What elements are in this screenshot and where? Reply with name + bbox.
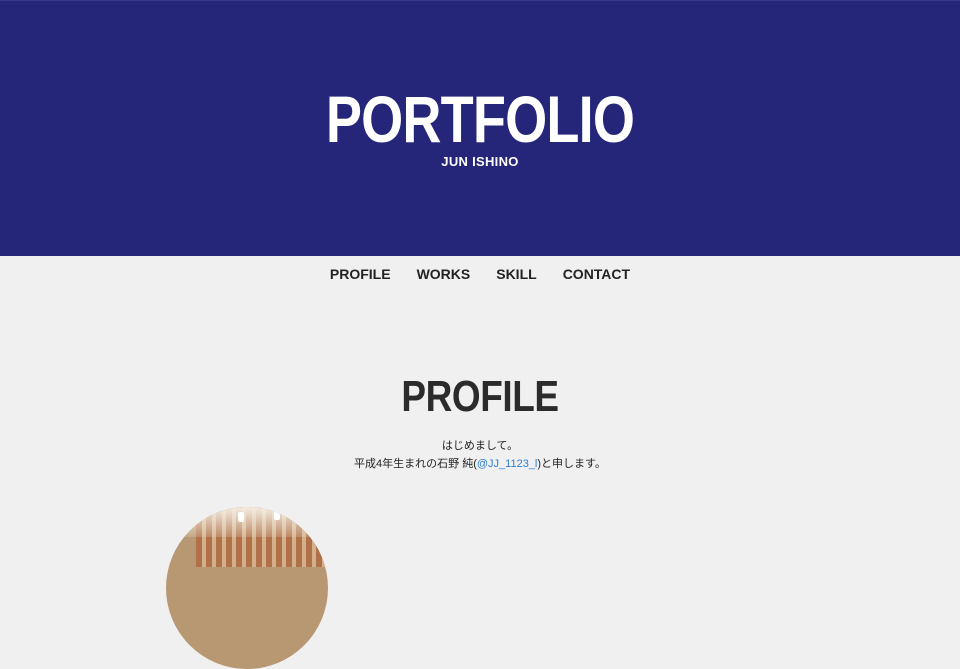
twitter-link[interactable]: @JJ_1123_l xyxy=(477,458,538,470)
profile-intro: はじめまして。 平成4年生まれの石野 純(@JJ_1123_l)と申します。 xyxy=(0,437,960,473)
profile-photo xyxy=(166,507,328,669)
photo-highlight xyxy=(274,510,280,520)
nav-item-contact[interactable]: CONTACT xyxy=(563,266,630,282)
photo-light-area xyxy=(166,507,328,537)
profile-heading: PROFILE xyxy=(401,372,559,421)
site-title: PORTFOLIO xyxy=(325,82,635,156)
intro-text-prefix: 平成4年生まれの石野 純( xyxy=(354,458,477,470)
intro-text-suffix: )と申します。 xyxy=(537,458,606,470)
photo-highlight xyxy=(238,512,244,522)
nav-item-profile[interactable]: PROFILE xyxy=(330,266,391,282)
nav-item-skill[interactable]: SKILL xyxy=(496,266,536,282)
intro-line-greeting: はじめまして。 xyxy=(441,440,519,452)
hero-banner: PORTFOLIO JUN ISHINO xyxy=(0,0,960,256)
site-author-name: JUN ISHINO xyxy=(441,154,519,169)
intro-line-name: 平成4年生まれの石野 純(@JJ_1123_l)と申します。 xyxy=(0,455,960,473)
nav-item-works[interactable]: WORKS xyxy=(417,266,471,282)
main-nav: PROFILE WORKS SKILL CONTACT xyxy=(0,256,960,292)
